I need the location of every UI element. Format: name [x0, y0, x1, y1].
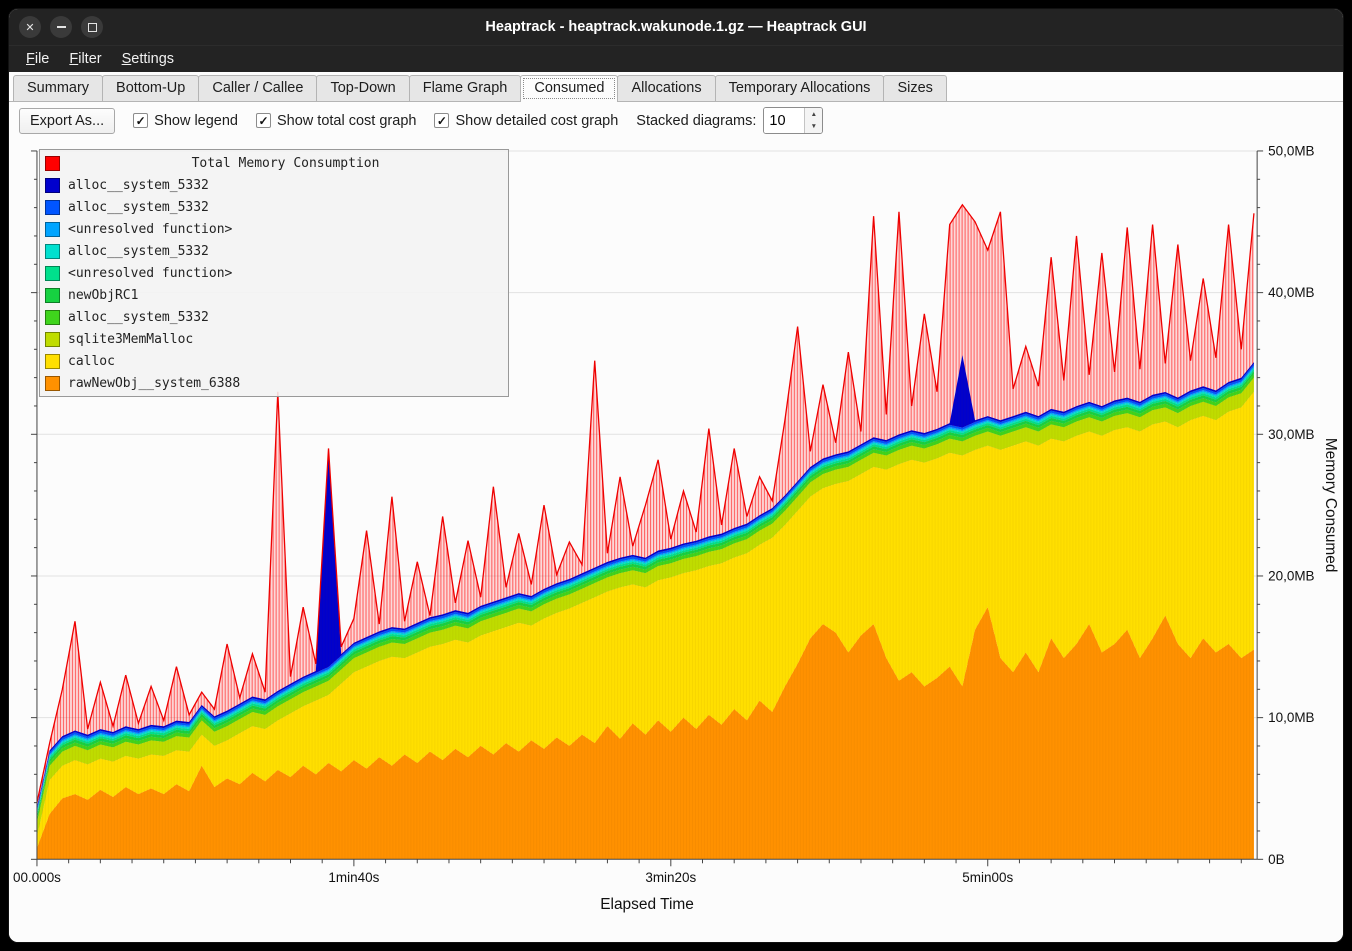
x-tick-label: 1min40s	[328, 870, 379, 885]
x-tick-label: 3min20s	[645, 870, 696, 885]
spin-up-icon[interactable]: ▲	[805, 108, 822, 121]
menubar: FileFilterSettings	[9, 45, 1343, 72]
legend-label: alloc__system_5332	[68, 310, 209, 325]
legend-swatch	[45, 266, 60, 281]
x-tick-label: 5min00s	[962, 870, 1013, 885]
tab-caller-callee[interactable]: Caller / Callee	[198, 75, 317, 101]
legend-label: <unresolved function>	[68, 266, 232, 281]
close-button[interactable]: ✕	[19, 16, 41, 38]
legend-title-row: Total Memory Consumption	[45, 152, 503, 174]
legend-item: sqlite3MemMalloc	[45, 328, 503, 350]
checkbox-show-detailed-cost-graph[interactable]: ✓ Show detailed cost graph	[434, 113, 618, 129]
legend-item: newObjRC1	[45, 284, 503, 306]
legend-label: <unresolved function>	[68, 222, 232, 237]
stacked-diagrams-label: Stacked diagrams:	[636, 113, 756, 129]
legend-swatch	[45, 156, 60, 171]
legend-label: alloc__system_5332	[68, 178, 209, 193]
stacked-diagrams-input[interactable]	[764, 108, 804, 133]
legend-item: alloc__system_5332	[45, 196, 503, 218]
spin-down-icon[interactable]: ▼	[805, 121, 822, 134]
checkbox-show-legend[interactable]: ✓ Show legend	[133, 113, 238, 129]
y-tick-label: 20,0MB	[1268, 568, 1314, 583]
legend-item: <unresolved function>	[45, 262, 503, 284]
checkbox-label: Show total cost graph	[277, 113, 416, 129]
tab-sizes[interactable]: Sizes	[883, 75, 946, 101]
app-window: ✕ Heaptrack - heaptrack.wakunode.1.gz — …	[8, 8, 1344, 943]
tabbar: SummaryBottom-UpCaller / CalleeTop-DownF…	[9, 72, 1343, 102]
legend-swatch	[45, 178, 60, 193]
export-as-button[interactable]: Export As...	[19, 108, 115, 134]
minimize-button[interactable]	[50, 16, 72, 38]
y-tick-label: 10,0MB	[1268, 710, 1314, 725]
window-controls: ✕	[19, 16, 103, 38]
titlebar: ✕ Heaptrack - heaptrack.wakunode.1.gz — …	[9, 9, 1343, 45]
legend-item: rawNewObj__system_6388	[45, 372, 503, 394]
legend-label: Total Memory Consumption	[68, 156, 503, 171]
checkbox-show-total-cost-graph[interactable]: ✓ Show total cost graph	[256, 113, 416, 129]
minimize-icon	[57, 26, 66, 28]
stacked-diagrams-row: Stacked diagrams: ▲ ▼	[636, 107, 823, 134]
maximize-button[interactable]	[81, 16, 103, 38]
menu-file[interactable]: File	[17, 49, 58, 69]
legend-item: calloc	[45, 350, 503, 372]
legend-label: newObjRC1	[68, 288, 138, 303]
y-tick-label: 50,0MB	[1268, 143, 1314, 158]
legend-swatch	[45, 332, 60, 347]
x-axis-label: Elapsed Time	[600, 896, 694, 913]
legend-label: alloc__system_5332	[68, 244, 209, 259]
legend-label: alloc__system_5332	[68, 200, 209, 215]
tab-allocations[interactable]: Allocations	[617, 75, 715, 101]
y-axis-label: Memory Consumed	[1322, 438, 1339, 573]
legend-item: alloc__system_5332	[45, 174, 503, 196]
tab-temporary-allocations[interactable]: Temporary Allocations	[715, 75, 885, 101]
legend-swatch	[45, 222, 60, 237]
legend-item: <unresolved function>	[45, 218, 503, 240]
checkbox-label: Show legend	[154, 113, 238, 129]
x-tick-label: 00.000s	[13, 870, 61, 885]
legend-label: calloc	[68, 354, 115, 369]
spin-arrows: ▲ ▼	[804, 108, 822, 133]
legend-swatch	[45, 200, 60, 215]
close-icon: ✕	[25, 21, 34, 34]
y-tick-label: 0B	[1268, 852, 1285, 867]
stacked-diagrams-spinner[interactable]: ▲ ▼	[763, 107, 823, 134]
tab-top-down[interactable]: Top-Down	[316, 75, 409, 101]
check-icon[interactable]: ✓	[434, 113, 449, 128]
y-tick-label: 30,0MB	[1268, 427, 1314, 442]
legend-label: sqlite3MemMalloc	[68, 332, 193, 347]
legend-swatch	[45, 310, 60, 325]
menu-filter[interactable]: Filter	[60, 49, 110, 69]
window-title: Heaptrack - heaptrack.wakunode.1.gz — He…	[9, 19, 1343, 35]
y-tick-label: 40,0MB	[1268, 285, 1314, 300]
check-icon[interactable]: ✓	[133, 113, 148, 128]
tab-bottom-up[interactable]: Bottom-Up	[102, 75, 199, 101]
legend-item: alloc__system_5332	[45, 306, 503, 328]
chart-area: 00.000s 1min40s 3min20s 5min00s 0B 10,0MB 20,0…	[9, 139, 1343, 942]
menu-settings[interactable]: Settings	[113, 49, 183, 69]
legend-swatch	[45, 288, 60, 303]
legend-label: rawNewObj__system_6388	[68, 376, 240, 391]
tab-consumed[interactable]: Consumed	[520, 75, 618, 102]
checkbox-group: ✓ Show legend ✓ Show total cost graph ✓ Show …	[133, 113, 618, 129]
toolbar: Export As... ✓ Show legend ✓ Show total cos…	[9, 102, 1343, 139]
tab-flame-graph[interactable]: Flame Graph	[409, 75, 522, 101]
legend-swatch	[45, 376, 60, 391]
check-icon[interactable]: ✓	[256, 113, 271, 128]
legend-item: alloc__system_5332	[45, 240, 503, 262]
legend-swatch	[45, 244, 60, 259]
tab-summary[interactable]: Summary	[13, 75, 103, 101]
legend-swatch	[45, 354, 60, 369]
chart-legend: Total Memory Consumption alloc__system_53…	[39, 149, 509, 397]
checkbox-label: Show detailed cost graph	[455, 113, 618, 129]
maximize-icon	[88, 23, 97, 32]
